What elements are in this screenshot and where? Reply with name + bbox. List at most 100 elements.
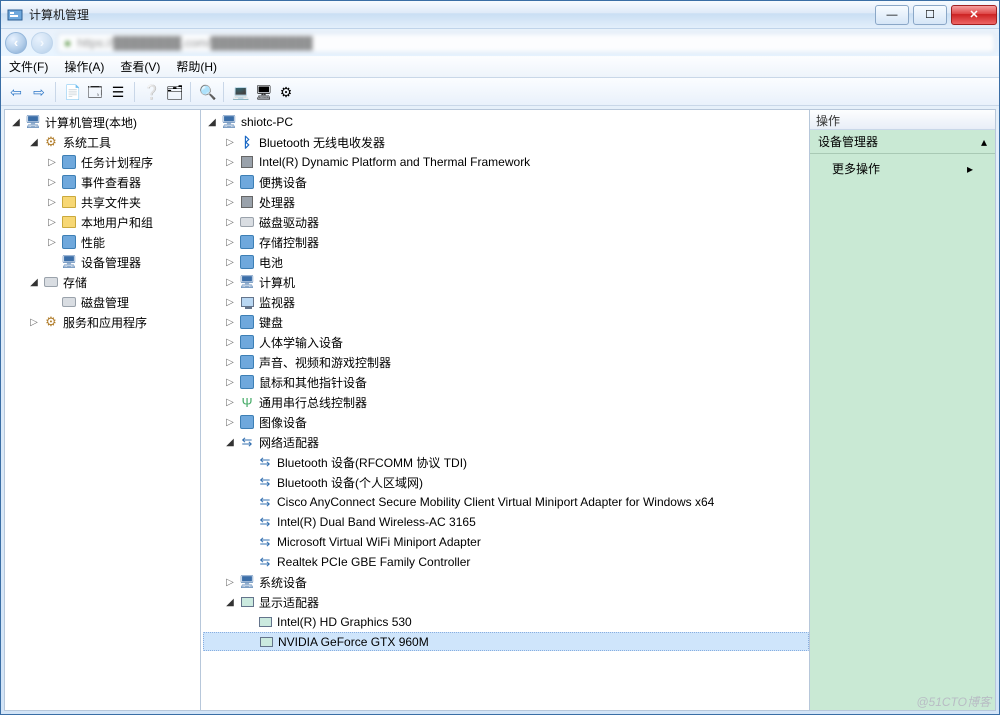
device-category[interactable]: ▷磁盘驱动器: [203, 212, 809, 232]
device-item[interactable]: ⇆Bluetooth 设备(RFCOMM 协议 TDI): [203, 452, 809, 472]
toolbar-button[interactable]: 🔍: [196, 81, 218, 103]
menu-file[interactable]: 文件(F): [1, 55, 56, 78]
tree-toggle[interactable]: ▷: [45, 195, 59, 209]
tree-toggle[interactable]: ▷: [223, 295, 237, 309]
console-tree[interactable]: ◢🖥计算机管理(本地)◢⚙系统工具▷任务计划程序▷事件查看器▷共享文件夹▷本地用…: [5, 110, 200, 334]
device-item[interactable]: ⇆Intel(R) Dual Band Wireless-AC 3165: [203, 512, 809, 532]
back-button[interactable]: ⇦: [5, 81, 27, 103]
tree-toggle[interactable]: ▷: [223, 175, 237, 189]
scan-button[interactable]: 💻: [229, 81, 251, 103]
console-item[interactable]: ▷性能: [7, 232, 200, 252]
tree-toggle[interactable]: ▷: [223, 415, 237, 429]
console-services[interactable]: ▷⚙服务和应用程序: [7, 312, 200, 332]
tree-toggle[interactable]: ▷: [223, 575, 237, 589]
tree-toggle[interactable]: ▷: [223, 155, 237, 169]
tree-item-label: 服务和应用程序: [63, 314, 147, 331]
tree-item-label: 便携设备: [259, 174, 307, 191]
tree-toggle[interactable]: ▷: [223, 135, 237, 149]
console-item[interactable]: 磁盘管理: [7, 292, 200, 312]
tree-toggle[interactable]: ▷: [223, 395, 237, 409]
tree-toggle[interactable]: ◢: [223, 435, 237, 449]
tree-toggle[interactable]: ▷: [223, 255, 237, 269]
device-category[interactable]: ▷声音、视频和游戏控制器: [203, 352, 809, 372]
device-item[interactable]: ⇆Cisco AnyConnect Secure Mobility Client…: [203, 492, 809, 512]
tree-toggle[interactable]: ▷: [223, 275, 237, 289]
device-category[interactable]: ▷监视器: [203, 292, 809, 312]
device-category[interactable]: ▷键盘: [203, 312, 809, 332]
tree-toggle[interactable]: ◢: [9, 115, 23, 129]
device-network-adapters[interactable]: ◢⇆网络适配器: [203, 432, 809, 452]
device-category[interactable]: ▷处理器: [203, 192, 809, 212]
tree-toggle[interactable]: ▷: [223, 335, 237, 349]
tree-toggle[interactable]: ▷: [27, 315, 41, 329]
device-tree[interactable]: ◢🖥shiotc-PC▷ᛒBluetooth 无线电收发器▷Intel(R) D…: [201, 110, 809, 653]
device-category[interactable]: ▷人体学输入设备: [203, 332, 809, 352]
collapse-icon[interactable]: ▴: [981, 135, 987, 149]
console-item[interactable]: ▷事件查看器: [7, 172, 200, 192]
tree-toggle[interactable]: ◢: [223, 595, 237, 609]
console-item[interactable]: ▷任务计划程序: [7, 152, 200, 172]
tree-toggle[interactable]: ◢: [27, 135, 41, 149]
menu-help[interactable]: 帮助(H): [168, 55, 225, 78]
console-system-tools[interactable]: ◢⚙系统工具: [7, 132, 200, 152]
tree-toggle[interactable]: ▷: [45, 235, 59, 249]
device-category[interactable]: ▷ᛒBluetooth 无线电收发器: [203, 132, 809, 152]
console-storage[interactable]: ◢存储: [7, 272, 200, 292]
toolbar-button[interactable]: 🗂: [163, 81, 185, 103]
device-item[interactable]: ⇆Microsoft Virtual WiFi Miniport Adapter: [203, 532, 809, 552]
tree-toggle[interactable]: ▷: [223, 215, 237, 229]
device-item[interactable]: ⇆Bluetooth 设备(个人区域网): [203, 472, 809, 492]
device-category[interactable]: ▷鼠标和其他指针设备: [203, 372, 809, 392]
device-category[interactable]: ▷ 便携设备: [203, 172, 809, 192]
device-system-devices[interactable]: ▷🖥系统设备: [203, 572, 809, 592]
network-icon: ⇆: [257, 474, 273, 490]
nav-forward-icon[interactable]: ›: [31, 32, 53, 54]
console-item[interactable]: 🖥设备管理器: [7, 252, 200, 272]
menu-view[interactable]: 查看(V): [112, 55, 168, 78]
device-category[interactable]: ▷电池: [203, 252, 809, 272]
device-icon: [239, 314, 255, 330]
device-item[interactable]: Intel(R) HD Graphics 530: [203, 612, 809, 632]
address-field[interactable]: ● https://████████.com/████████████: [57, 33, 995, 53]
tree-toggle[interactable]: ▷: [223, 315, 237, 329]
help-button[interactable]: ❔: [140, 81, 162, 103]
close-button[interactable]: ✕: [951, 5, 997, 25]
nav-back-icon[interactable]: ‹: [5, 32, 27, 54]
tree-toggle[interactable]: ▷: [223, 235, 237, 249]
tree-toggle[interactable]: ◢: [205, 115, 219, 129]
properties-button[interactable]: ☰: [107, 81, 129, 103]
minimize-button[interactable]: —: [875, 5, 909, 25]
toolbar-button[interactable]: ⚙: [275, 81, 297, 103]
up-button[interactable]: 📄: [61, 81, 83, 103]
menu-action[interactable]: 操作(A): [56, 55, 112, 78]
titlebar[interactable]: 计算机管理 — ☐ ✕: [1, 1, 999, 29]
uninstall-button[interactable]: 🖥: [252, 81, 274, 103]
device-category[interactable]: ▷存储控制器: [203, 232, 809, 252]
device-item[interactable]: ⇆Realtek PCIe GBE Family Controller: [203, 552, 809, 572]
console-tree-pane[interactable]: ◢🖥计算机管理(本地)◢⚙系统工具▷任务计划程序▷事件查看器▷共享文件夹▷本地用…: [5, 110, 201, 710]
actions-section[interactable]: 设备管理器 ▴: [810, 130, 995, 154]
tree-toggle[interactable]: ▷: [223, 355, 237, 369]
console-item[interactable]: ▷本地用户和组: [7, 212, 200, 232]
device-display-adapters[interactable]: ◢显示适配器: [203, 592, 809, 612]
device-category[interactable]: ▷Ψ通用串行总线控制器: [203, 392, 809, 412]
device-item[interactable]: NVIDIA GeForce GTX 960M: [203, 632, 809, 651]
tree-toggle[interactable]: ▷: [45, 215, 59, 229]
tree-toggle[interactable]: ▷: [45, 155, 59, 169]
show-hide-tree-button[interactable]: 🗔: [84, 81, 106, 103]
tree-toggle[interactable]: ▷: [223, 375, 237, 389]
device-category[interactable]: ▷Intel(R) Dynamic Platform and Thermal F…: [203, 152, 809, 172]
tree-toggle[interactable]: ◢: [27, 275, 41, 289]
forward-button[interactable]: ⇨: [28, 81, 50, 103]
maximize-button[interactable]: ☐: [913, 5, 947, 25]
tree-toggle[interactable]: ▷: [223, 195, 237, 209]
console-item[interactable]: ▷共享文件夹: [7, 192, 200, 212]
console-root[interactable]: ◢🖥计算机管理(本地): [7, 112, 200, 132]
device-tree-pane[interactable]: ◢🖥shiotc-PC▷ᛒBluetooth 无线电收发器▷Intel(R) D…: [201, 110, 810, 710]
device-category[interactable]: ▷图像设备: [203, 412, 809, 432]
device-category[interactable]: ▷🖥计算机: [203, 272, 809, 292]
more-actions[interactable]: 更多操作 ▸: [810, 154, 995, 183]
device-root[interactable]: ◢🖥shiotc-PC: [203, 112, 809, 132]
tree-item-label: 系统工具: [63, 134, 111, 151]
tree-toggle[interactable]: ▷: [45, 175, 59, 189]
